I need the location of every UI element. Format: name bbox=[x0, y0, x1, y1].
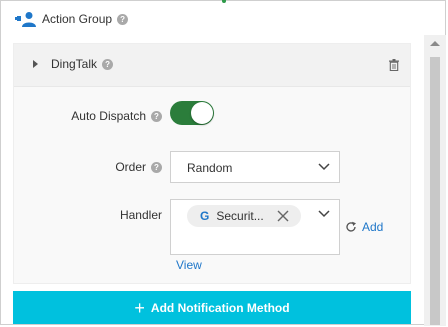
handler-select[interactable]: G Securit... bbox=[170, 199, 340, 255]
expand-caret-icon[interactable] bbox=[33, 60, 38, 68]
plus-icon: + bbox=[134, 297, 145, 318]
dingtalk-title: DingTalk bbox=[51, 57, 98, 71]
scroll-up-arrow-icon[interactable] bbox=[430, 41, 440, 46]
auto-dispatch-text: Auto Dispatch bbox=[71, 109, 146, 123]
action-group-title: Action Group bbox=[42, 12, 113, 26]
scroll-thumb[interactable] bbox=[430, 57, 440, 325]
add-handler-link[interactable]: Add bbox=[345, 220, 383, 234]
toggle-knob bbox=[191, 102, 213, 124]
trash-icon[interactable] bbox=[388, 59, 400, 71]
handler-tag: G Securit... bbox=[187, 205, 301, 227]
order-value: Random bbox=[187, 161, 233, 175]
refresh-icon bbox=[346, 221, 356, 232]
close-icon[interactable] bbox=[277, 210, 289, 222]
dingtalk-panel-header[interactable]: DingTalk ? bbox=[14, 44, 410, 87]
auto-dispatch-label: Auto Dispatch ? bbox=[40, 108, 162, 124]
group-g-icon: G bbox=[200, 209, 210, 223]
order-label: Order ? bbox=[60, 159, 162, 175]
help-icon[interactable]: ? bbox=[151, 110, 162, 122]
add-notification-method-label: Add Notification Method bbox=[150, 300, 290, 315]
view-link[interactable]: View bbox=[176, 258, 202, 272]
auto-dispatch-toggle[interactable] bbox=[170, 101, 214, 125]
help-icon[interactable]: ? bbox=[151, 161, 162, 173]
scrollbar[interactable] bbox=[424, 35, 446, 326]
handler-tag-text: Securit... bbox=[216, 209, 264, 223]
handler-text: Handler bbox=[119, 208, 162, 222]
chevron-down-icon bbox=[318, 163, 330, 171]
help-icon[interactable]: ? bbox=[102, 58, 114, 70]
order-select[interactable]: Random bbox=[170, 151, 340, 183]
help-icon[interactable]: ? bbox=[117, 13, 129, 25]
handler-label: Handler bbox=[60, 207, 162, 223]
add-notification-method-button[interactable]: + Add Notification Method bbox=[13, 291, 411, 324]
order-text: Order bbox=[115, 160, 146, 174]
people-icon bbox=[15, 12, 36, 27]
action-group-header: Action Group ? bbox=[15, 10, 129, 28]
dingtalk-title-wrap: DingTalk ? bbox=[51, 57, 114, 71]
add-handler-text: Add bbox=[362, 220, 384, 234]
chevron-down-icon[interactable] bbox=[318, 210, 330, 218]
